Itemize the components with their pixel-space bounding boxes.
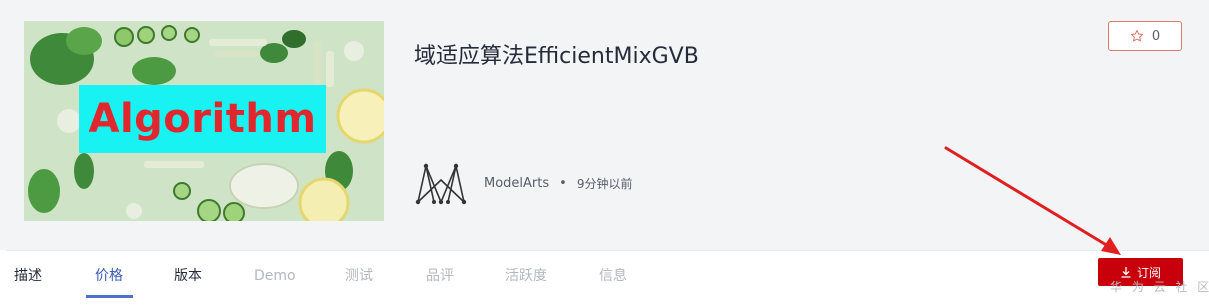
cover-image: Algorithm: [24, 21, 384, 221]
star-outline-icon: [1130, 29, 1143, 42]
tab-versions[interactable]: 版本: [174, 251, 202, 297]
tab-description[interactable]: 描述: [14, 251, 42, 297]
download-icon: [1121, 267, 1131, 278]
cover-label: Algorithm: [79, 85, 326, 153]
updated-time: 9分钟以前: [576, 176, 633, 191]
tab-activity[interactable]: 活跃度: [505, 251, 547, 297]
meta-separator: •: [559, 175, 567, 191]
watermark: 华 为 云 社 区: [1110, 280, 1209, 294]
tab-bar: 描述 价格 版本 Demo 测试 品评 活跃度 信息: [6, 250, 1209, 298]
modelarts-logo: [415, 163, 467, 205]
star-count: 0: [1151, 28, 1161, 44]
tab-price[interactable]: 价格: [95, 251, 123, 297]
tab-demo[interactable]: Demo: [254, 251, 296, 297]
author-name[interactable]: ModelArts: [484, 176, 549, 191]
tab-test[interactable]: 测试: [345, 251, 373, 297]
asset-title: 域适应算法EfficientMixGVB: [414, 44, 699, 69]
author-info: ModelArts • 9分钟以前: [414, 160, 632, 206]
star-button[interactable]: 0: [1108, 21, 1182, 51]
asset-header: Algorithm 域适应算法EfficientMixGVB 0 ModelAr…: [0, 0, 1209, 250]
tab-review[interactable]: 品评: [426, 251, 454, 297]
active-tab-indicator: [86, 295, 133, 298]
tab-info[interactable]: 信息: [599, 251, 627, 297]
